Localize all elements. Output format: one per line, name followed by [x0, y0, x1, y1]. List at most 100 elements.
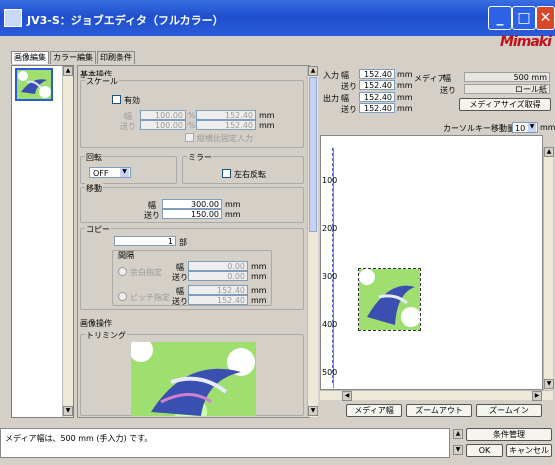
- blank-feed-label: 送り: [172, 273, 188, 282]
- output-width-value: 152.40: [359, 92, 395, 102]
- copy-label: コピー: [85, 224, 111, 235]
- app-icon: [4, 9, 22, 27]
- blank-width-input[interactable]: 0.00: [188, 261, 248, 271]
- pitch-feed-label: 送り: [172, 297, 188, 306]
- panel-scroll-thumb[interactable]: [309, 77, 317, 232]
- cursor-chevron-down-icon[interactable]: ▼: [528, 123, 536, 132]
- scale-mm-unit-2: mm: [259, 121, 275, 130]
- scale-enable-checkbox[interactable]: [112, 95, 121, 104]
- rotate-value: OFF: [93, 169, 109, 178]
- keep-ratio-label: 縦横比固定入力: [197, 134, 253, 143]
- tab-color-edit[interactable]: カラー編集: [50, 51, 96, 64]
- minimize-button[interactable]: _: [488, 6, 512, 30]
- blank-label: 余白指定: [130, 268, 162, 277]
- media-width-button[interactable]: メディア幅: [346, 404, 402, 417]
- cursor-step-select[interactable]: 10 ▼: [512, 122, 538, 133]
- input-label: 入力: [323, 71, 339, 80]
- media-feed-value: ロール紙: [464, 84, 550, 94]
- scroll-up-icon[interactable]: ▲: [63, 66, 73, 76]
- placed-image[interactable]: [358, 268, 421, 331]
- media-label: メディア: [414, 74, 446, 83]
- panel-scroll-up-icon[interactable]: ▲: [308, 66, 318, 76]
- scale-label: スケール: [85, 76, 119, 87]
- canvas-vscroll[interactable]: ▲ ▼: [543, 147, 554, 390]
- gap-label: 間隔: [118, 251, 134, 260]
- input-feed-unit: mm: [397, 81, 413, 90]
- tab-strip: 画像編集 カラー編集 印刷条件: [11, 51, 136, 64]
- pitch-radio[interactable]: [118, 292, 127, 301]
- ok-button[interactable]: OK: [466, 444, 503, 457]
- status-scroll-up-icon[interactable]: ▲: [453, 429, 463, 439]
- lr-flip-label: 左右反転: [234, 170, 266, 179]
- canvas-scroll-down-icon[interactable]: ▼: [544, 379, 554, 389]
- maximize-button[interactable]: □: [512, 6, 536, 30]
- trimming-preview[interactable]: [131, 342, 256, 416]
- pitch-label: ピッチ指定: [130, 293, 170, 302]
- copy-count-input[interactable]: 1: [114, 236, 176, 246]
- pitch-width-input[interactable]: 152.40: [188, 285, 248, 295]
- pitch-feed-input[interactable]: 152.40: [188, 295, 248, 305]
- cursor-step-label: カーソルキー移動量: [443, 124, 515, 133]
- input-feed-label: 送り: [341, 82, 357, 91]
- zoom-out-button[interactable]: ズームアウト: [406, 404, 472, 417]
- move-width-input[interactable]: 300.00: [162, 199, 222, 209]
- move-width-unit: mm: [225, 200, 241, 209]
- media-feed-label: 送り: [440, 86, 456, 95]
- input-width-unit: mm: [397, 70, 413, 79]
- title-bar: JV3-S：ジョブエディタ（フルカラー） _ □ ✕: [0, 0, 555, 36]
- panel-scroll-down-icon[interactable]: ▼: [308, 406, 318, 416]
- keep-ratio-checkbox[interactable]: [185, 133, 194, 142]
- copy-count-unit: 部: [179, 238, 187, 247]
- mirror-label: ミラー: [187, 152, 213, 163]
- job-thumbnail[interactable]: [15, 68, 53, 101]
- input-width-value: 152.40: [359, 69, 395, 79]
- media-edge-guide: [332, 148, 338, 383]
- scroll-down-icon[interactable]: ▼: [63, 406, 73, 416]
- canvas-scroll-right-icon[interactable]: ▶: [532, 391, 542, 401]
- status-scroll-down-icon[interactable]: ▼: [453, 445, 463, 455]
- move-feed-label: 送り: [144, 211, 160, 220]
- move-feed-input[interactable]: 150.00: [162, 209, 222, 219]
- job-list-scrollbar[interactable]: ▲ ▼: [62, 66, 73, 417]
- tab-print-conditions[interactable]: 印刷条件: [97, 51, 135, 64]
- canvas-scroll-up-icon[interactable]: ▲: [544, 147, 554, 157]
- canvas-scroll-left-icon[interactable]: ◀: [342, 391, 352, 401]
- close-button[interactable]: ✕: [536, 6, 555, 30]
- status-message-box: メディア幅は、500 mm (手入力) です。: [0, 428, 450, 458]
- blank-feed-unit: mm: [251, 272, 267, 281]
- output-feed-label: 送り: [341, 105, 357, 114]
- zoom-in-button[interactable]: ズームイン: [476, 404, 542, 417]
- media-width-value: 500 mm: [464, 72, 550, 82]
- chevron-down-icon[interactable]: ▼: [120, 168, 129, 177]
- scale-width-mm-input[interactable]: 152.40: [196, 110, 256, 120]
- scale-pct-unit-2: %: [188, 121, 196, 130]
- conditions-button[interactable]: 条件管理: [466, 428, 552, 441]
- scale-feed-label: 送り: [120, 122, 136, 131]
- window-title: JV3-S：ジョブエディタ（フルカラー）: [27, 14, 224, 27]
- output-feed-unit: mm: [397, 104, 413, 113]
- scale-enable-label: 有効: [124, 96, 140, 105]
- canvas-hscroll[interactable]: ◀ ▶: [320, 390, 553, 401]
- image-ops-label: 画像操作: [80, 319, 112, 328]
- pitch-feed-unit: mm: [251, 296, 267, 305]
- blank-feed-input[interactable]: 0.00: [188, 271, 248, 281]
- cursor-step-unit: mm: [540, 123, 555, 132]
- cancel-button[interactable]: キャンセル: [506, 444, 552, 457]
- scale-feed-pct-input[interactable]: 100.00: [140, 120, 186, 130]
- tab-image-edit[interactable]: 画像編集: [11, 51, 49, 64]
- get-media-size-button[interactable]: メディアサイズ取得: [459, 98, 551, 111]
- scale-width-pct-input[interactable]: 100.00: [140, 110, 186, 120]
- rotate-select[interactable]: OFF ▼: [89, 167, 131, 178]
- rotate-label: 回転: [85, 152, 103, 163]
- output-label: 出力: [323, 94, 339, 103]
- panel-scrollbar[interactable]: ▲ ▼: [307, 66, 318, 417]
- output-width-label: 幅: [341, 94, 349, 103]
- scale-mm-unit: mm: [259, 111, 275, 120]
- layout-canvas[interactable]: [320, 135, 543, 390]
- lr-flip-checkbox[interactable]: [222, 169, 231, 178]
- scale-pct-unit: %: [188, 111, 196, 120]
- blank-radio[interactable]: [118, 267, 127, 276]
- blank-width-unit: mm: [251, 262, 267, 271]
- move-label: 移動: [85, 183, 103, 194]
- scale-feed-mm-input[interactable]: 152.40: [196, 120, 256, 130]
